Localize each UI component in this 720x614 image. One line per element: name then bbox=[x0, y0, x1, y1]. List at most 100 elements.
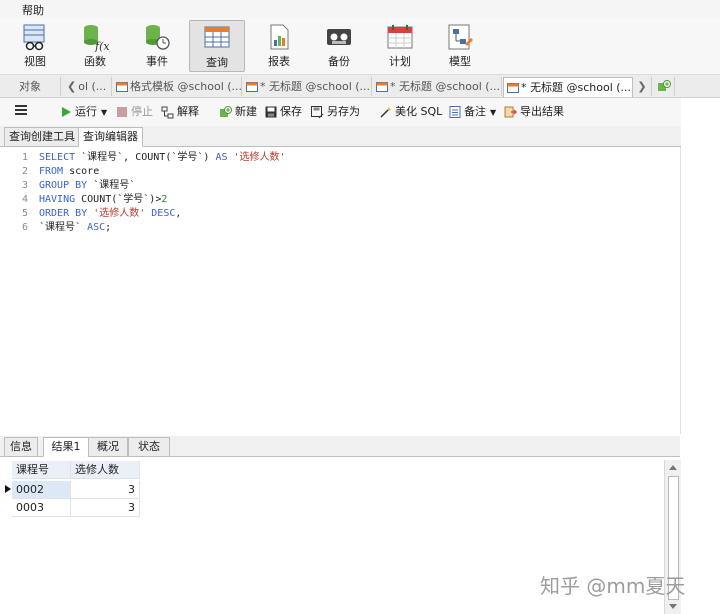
magic-wand-icon bbox=[380, 106, 392, 118]
beautify-sql-button[interactable]: 美化 SQL bbox=[379, 104, 442, 120]
event-icon bbox=[146, 25, 170, 50]
play-icon bbox=[62, 107, 71, 117]
line-number: 4 bbox=[21, 194, 28, 205]
tab-info[interactable]: 信息 bbox=[4, 437, 38, 457]
ribbon-report-button[interactable]: 报表 bbox=[252, 20, 306, 70]
ribbon-query-button[interactable]: 查询 bbox=[189, 20, 245, 72]
code-token: 2 bbox=[161, 194, 168, 205]
line-number: 3 bbox=[21, 180, 28, 191]
export-label: 导出结果 bbox=[520, 105, 564, 118]
document-tabs: 对象 ❮ ol (... 格式模板 @school (... * 无标题 @sch… bbox=[0, 75, 720, 98]
tab-objects[interactable]: 对象 bbox=[0, 77, 61, 96]
code-token: , bbox=[175, 208, 182, 219]
export-icon bbox=[504, 106, 517, 117]
tab-doc-1[interactable]: ❮ ol (... bbox=[63, 77, 112, 96]
tab-query-builder[interactable]: 查询创建工具 bbox=[4, 127, 80, 147]
code-token: SELECT bbox=[39, 152, 76, 163]
table-cell[interactable]: 0002 bbox=[12, 481, 71, 499]
new-query-icon bbox=[220, 105, 232, 117]
table-cell[interactable]: 3 bbox=[71, 499, 140, 517]
code-text: `课程号` ASC; bbox=[39, 221, 111, 235]
code-token: `课程号` bbox=[87, 180, 136, 191]
tab-doc-3[interactable]: * 无标题 @school (... bbox=[243, 77, 372, 96]
code-token: ; bbox=[105, 222, 112, 233]
tab-doc-2-label: 格式模板 @school (... bbox=[130, 80, 242, 93]
save-as-button[interactable]: 另存为 bbox=[311, 104, 360, 120]
query-tab-icon bbox=[376, 82, 388, 92]
new-tab-icon bbox=[658, 80, 671, 91]
tab-doc-4[interactable]: * 无标题 @school (... bbox=[373, 77, 502, 96]
code-token: `课程号` bbox=[39, 222, 88, 233]
scroll-up-arrow-icon[interactable] bbox=[669, 465, 677, 470]
ribbon-model-label: 模型 bbox=[449, 55, 471, 68]
stop-button[interactable]: 停止 bbox=[116, 104, 153, 120]
save-label: 保存 bbox=[280, 105, 302, 118]
tab-doc-2[interactable]: 格式模板 @school (... bbox=[113, 77, 242, 96]
ribbon-report-label: 报表 bbox=[268, 55, 290, 68]
backup-icon bbox=[327, 29, 351, 45]
tab-doc-5-label: * 无标题 @school (... bbox=[521, 81, 632, 94]
column-header-course-id[interactable]: 课程号 bbox=[12, 461, 71, 479]
result-tabs: 信息 结果1 概况 状态 bbox=[0, 436, 680, 457]
tab-result1[interactable]: 结果1 bbox=[43, 437, 89, 457]
scroll-tabs-right[interactable]: ❯ bbox=[633, 77, 652, 96]
note-dropdown-icon[interactable]: ▼ bbox=[490, 108, 496, 117]
explain-label: 解释 bbox=[177, 105, 199, 118]
code-token: AS bbox=[215, 152, 228, 163]
table-cell[interactable]: 3 bbox=[71, 481, 140, 499]
code-text: SELECT `课程号`, COUNT(`学号`) AS '选修人数' bbox=[39, 151, 286, 165]
new-button[interactable]: 新建 bbox=[219, 104, 257, 120]
scroll-left-icon[interactable]: ❮ bbox=[67, 77, 76, 96]
svg-text:f(x): f(x) bbox=[94, 40, 110, 52]
function-icon: f(x) bbox=[84, 25, 110, 52]
tab-profile[interactable]: 概况 bbox=[88, 437, 128, 457]
query-tab-icon bbox=[116, 82, 128, 92]
tab-doc-4-label: * 无标题 @school (... bbox=[390, 80, 501, 93]
code-token: COUNT(`学号`)> bbox=[75, 194, 162, 205]
ribbon-event-label: 事件 bbox=[146, 55, 168, 68]
beautify-label: 美化 SQL bbox=[395, 105, 443, 118]
ribbon-event-button[interactable]: 事件 bbox=[130, 20, 184, 70]
tab-doc-3-label: * 无标题 @school (... bbox=[260, 80, 371, 93]
query-tab-icon bbox=[507, 83, 519, 93]
code-token: ORDER BY bbox=[39, 208, 88, 219]
ribbon-function-label: 函数 bbox=[84, 55, 106, 68]
save-as-icon bbox=[311, 105, 324, 118]
line-number: 6 bbox=[21, 222, 28, 233]
sql-editor[interactable]: 1 SELECT `课程号`, COUNT(`学号`) AS '选修人数' 2 FRO… bbox=[0, 147, 681, 434]
menu-hamburger-button[interactable] bbox=[14, 103, 28, 119]
tab-query-editor[interactable]: 查询编辑器 bbox=[78, 127, 143, 147]
tab-objects-label: 对象 bbox=[19, 80, 41, 93]
run-dropdown-icon[interactable]: ▼ bbox=[101, 108, 107, 117]
chevron-right-icon: ❯ bbox=[637, 80, 647, 93]
ribbon-backup-button[interactable]: 备份 bbox=[312, 20, 366, 70]
save-as-label: 另存为 bbox=[327, 105, 360, 118]
ribbon-function-button[interactable]: f(x) 函数 bbox=[68, 20, 122, 70]
column-header-enrolled-count[interactable]: 选修人数 bbox=[71, 461, 140, 479]
current-row-indicator-icon bbox=[5, 485, 11, 493]
new-query-tab-button[interactable] bbox=[654, 77, 675, 96]
report-icon bbox=[270, 24, 289, 50]
code-token: score bbox=[63, 166, 100, 177]
run-button[interactable]: 运行 ▼ bbox=[60, 104, 107, 120]
run-label: 运行 bbox=[75, 105, 97, 118]
menu-help[interactable]: 帮助 bbox=[22, 2, 44, 18]
save-button[interactable]: 保存 bbox=[265, 104, 302, 120]
line-number: 5 bbox=[21, 208, 28, 219]
ribbon-toolbar: 视图 f(x) 函数 事件 查询 bbox=[0, 18, 720, 75]
explain-button[interactable]: 解释 bbox=[161, 104, 199, 120]
ribbon-model-button[interactable]: 模型 bbox=[433, 20, 487, 70]
ribbon-view-button[interactable]: 视图 bbox=[8, 20, 62, 70]
ribbon-schedule-button[interactable]: 计划 bbox=[373, 20, 427, 70]
table-cell[interactable]: 0003 bbox=[12, 499, 71, 517]
explain-icon bbox=[161, 106, 174, 118]
line-number: 1 bbox=[21, 152, 28, 163]
code-token: '选修人数' bbox=[93, 208, 146, 219]
line-number: 2 bbox=[21, 166, 28, 177]
tab-status[interactable]: 状态 bbox=[128, 437, 170, 457]
scroll-down-arrow-icon[interactable] bbox=[669, 604, 677, 609]
note-button[interactable]: 备注 ▼ bbox=[449, 104, 496, 120]
tab-doc-5-active[interactable]: * 无标题 @school (... bbox=[503, 77, 633, 97]
ribbon-backup-label: 备份 bbox=[328, 55, 350, 68]
export-results-button[interactable]: 导出结果 bbox=[504, 104, 564, 120]
